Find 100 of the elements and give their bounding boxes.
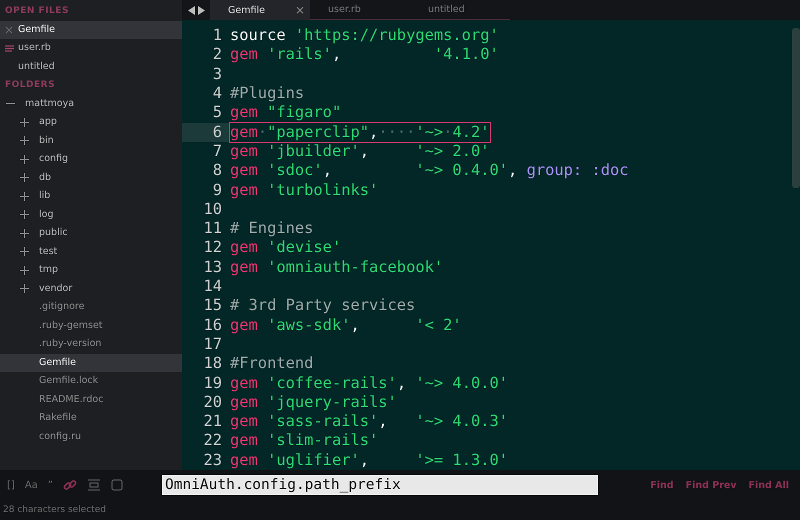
folder-name: test <box>39 244 58 258</box>
folder-name: vendor <box>39 282 72 296</box>
folder-item[interactable]: bin <box>0 132 182 150</box>
find-input[interactable]: OmniAuth.config.path_prefix <box>162 475 598 495</box>
folder-item[interactable]: public <box>0 224 182 242</box>
file-name: README.rdoc <box>39 392 104 406</box>
tab[interactable]: Gemfile × <box>210 0 310 20</box>
selection-icon <box>86 479 101 491</box>
line-number: 21 <box>202 412 223 432</box>
code-line: source 'https://rubygems.org' <box>230 26 499 46</box>
code-line: gem 'coffee-rails', '~> 4.0.0' <box>230 374 508 393</box>
file-name: untitled <box>18 60 55 74</box>
folder-name: mattmoya <box>25 96 74 110</box>
left-arrow-icon[interactable] <box>188 6 194 15</box>
code-line: #Plugins <box>230 84 304 104</box>
folder-name: public <box>39 226 68 240</box>
folder-name: config <box>39 152 68 166</box>
tab[interactable]: user.rb <box>310 0 410 20</box>
right-arrow-icon[interactable] <box>198 6 204 15</box>
plus-icon[interactable] <box>20 247 29 256</box>
folder-item[interactable]: vendor <box>0 280 182 298</box>
line-number: 22 <box>202 431 223 451</box>
status-text: 28 characters selected <box>0 500 800 520</box>
code-line: gem "figaro" <box>230 103 342 123</box>
file-item[interactable]: .ruby-gemset <box>0 316 182 335</box>
code-line: gem 'turbolinks' <box>230 180 378 200</box>
folder-item[interactable]: tmp <box>0 261 182 280</box>
file-name: config.ru <box>39 430 82 444</box>
tab-label: Gemfile <box>228 4 265 16</box>
plus-icon[interactable] <box>20 284 29 294</box>
file-item[interactable]: Rakefile <box>0 409 182 428</box>
folder-name: db <box>39 170 52 184</box>
line-number: 17 <box>202 334 223 354</box>
plus-icon[interactable] <box>20 228 29 238</box>
plus-icon[interactable] <box>20 192 29 201</box>
folder-item[interactable]: test <box>0 242 182 261</box>
line-number: 23 <box>202 450 223 470</box>
code-line: gem 'rails', '4.1.0' <box>230 45 499 65</box>
tab-label: untitled <box>428 4 465 16</box>
close-button[interactable]: × <box>294 3 305 18</box>
code-line: gem 'jquery-rails' <box>230 392 397 412</box>
code-line: gem 'slim-rails' <box>230 431 378 451</box>
folder-item[interactable]: lib <box>0 187 182 206</box>
file-name: Gemfile.lock <box>39 374 98 388</box>
file-name: .ruby-gemset <box>39 318 103 332</box>
plus-icon[interactable] <box>20 136 29 146</box>
folder-name: lib <box>39 189 50 203</box>
file-name: .gitignore <box>39 300 84 314</box>
open-file-item[interactable]: Gemfile <box>0 20 182 39</box>
code-line: gem 'omniauth-facebook' <box>230 258 444 278</box>
folder-name: tmp <box>39 263 58 277</box>
folder-name: app <box>39 115 57 129</box>
folder-name: bin <box>39 134 54 148</box>
code-line: gem 'sass-rails', '~> 4.0.3' <box>230 412 508 432</box>
section-header: OPEN FILES <box>4 5 70 18</box>
code-line: gem 'jbuilder', '~> 2.0' <box>230 142 490 162</box>
folder-item[interactable]: app <box>0 113 182 132</box>
line-number: 13 <box>202 258 223 278</box>
plus-icon[interactable] <box>20 118 29 127</box>
line-number: 1 <box>212 26 223 46</box>
line-number: 7 <box>212 142 223 162</box>
modified-icon <box>5 44 14 52</box>
folder-item[interactable]: config <box>0 150 182 168</box>
line-number: 5 <box>212 103 223 123</box>
file-item[interactable]: .gitignore <box>0 298 182 316</box>
plus-icon[interactable] <box>20 266 29 275</box>
code-line: #Frontend <box>230 354 314 374</box>
line-number: 18 <box>202 354 223 374</box>
in-selection-toggle[interactable] <box>86 479 101 491</box>
plus-icon[interactable] <box>20 210 29 220</box>
line-number: 9 <box>212 180 223 200</box>
highlight-toggle[interactable] <box>110 479 123 491</box>
open-file-item[interactable]: untitled <box>0 58 182 76</box>
plus-icon[interactable] <box>20 173 29 182</box>
line-number: 8 <box>212 161 223 181</box>
file-item[interactable]: .ruby-version <box>0 335 182 354</box>
scrollbar-thumb[interactable] <box>792 28 800 188</box>
folder-item[interactable]: mattmoya <box>0 94 182 113</box>
file-item[interactable]: config.ru <box>0 428 182 446</box>
file-item[interactable]: Gemfile <box>0 354 182 372</box>
line-number: 2 <box>212 45 223 65</box>
line-number: 20 <box>202 392 223 412</box>
file-name: Gemfile <box>39 356 76 370</box>
line-number: 4 <box>212 84 223 104</box>
code-line: gem 'aws-sdk', '< 2' <box>230 316 462 335</box>
open-file-item[interactable]: user.rb <box>0 39 182 58</box>
tab[interactable]: untitled <box>410 0 510 20</box>
square-icon <box>110 479 123 491</box>
code-line: # Engines <box>230 219 314 238</box>
line-number: 3 <box>212 64 223 84</box>
file-name: Rakefile <box>39 411 77 425</box>
folder-item[interactable]: log <box>0 206 182 224</box>
wrap-toggle[interactable] <box>62 478 77 492</box>
folder-item[interactable]: db <box>0 168 182 187</box>
code-line: gem 'devise' <box>230 238 342 258</box>
plus-icon[interactable] <box>20 154 29 164</box>
line-number: 16 <box>202 316 223 335</box>
file-item[interactable]: Gemfile.lock <box>0 372 182 390</box>
file-item[interactable]: README.rdoc <box>0 390 182 409</box>
line-number: 11 <box>202 219 223 238</box>
